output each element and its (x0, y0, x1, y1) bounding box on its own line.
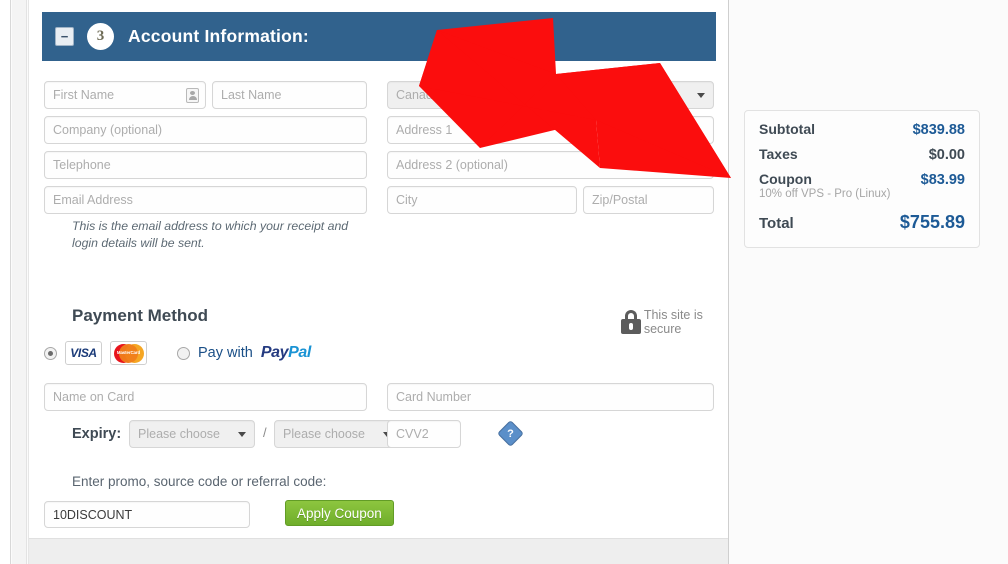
summary-row-coupon: Coupon $83.99 (759, 171, 965, 188)
name-on-card-input[interactable]: Name on Card (44, 383, 367, 411)
promo-label: Enter promo, source code or referral cod… (72, 474, 327, 489)
coupon-description: 10% off VPS - Pro (Linux) (759, 188, 891, 200)
page-title: Account Information: (128, 26, 309, 46)
company-input[interactable]: Company (optional) (44, 116, 367, 144)
address1-input[interactable]: Address 1 (387, 116, 714, 144)
step-number-badge: 3 (87, 23, 114, 50)
mastercard-icon: MasterCard (110, 341, 147, 365)
card-number-input[interactable]: Card Number (387, 383, 714, 411)
summary-row-taxes: Taxes $0.00 (759, 146, 965, 163)
zip-input[interactable]: Zip/Postal (583, 186, 714, 214)
first-name-input[interactable]: First Name (44, 81, 206, 109)
country-select[interactable]: Canada (387, 81, 714, 109)
apply-coupon-button[interactable]: Apply Coupon (285, 500, 394, 526)
expiry-year-select[interactable]: Please choose (274, 420, 400, 448)
payment-options: VISA MasterCard Pay with PayPal (44, 341, 311, 365)
city-input[interactable]: City (387, 186, 577, 214)
paypal-logo: PayPal (260, 344, 312, 361)
paypal-radio[interactable] (177, 346, 190, 360)
credit-card-radio[interactable] (44, 346, 57, 360)
account-information-header: − 3 Account Information: (42, 12, 716, 61)
lock-icon (621, 310, 641, 334)
contact-picker-icon[interactable] (186, 88, 199, 103)
secure-site-label: This site is secure (643, 308, 703, 336)
page-gutter (12, 0, 27, 564)
telephone-input[interactable]: Telephone (44, 151, 367, 179)
expiry-month-select[interactable]: Please choose (129, 420, 255, 448)
checkout-page: − 3 Account Information: First Name Last… (0, 0, 1008, 564)
question-mark-icon[interactable]: ? (497, 420, 524, 447)
email-input[interactable]: Email Address (44, 186, 367, 214)
email-helper-text: This is the email address to which your … (72, 219, 349, 250)
minus-icon[interactable]: − (55, 27, 74, 46)
checkout-card: − 3 Account Information: First Name Last… (28, 0, 729, 564)
card-footer (29, 538, 728, 564)
expiry-separator: / (263, 425, 267, 440)
last-name-input[interactable]: Last Name (212, 81, 367, 109)
payment-method-title: Payment Method (72, 306, 209, 325)
promo-code-input[interactable]: 10DISCOUNT (44, 501, 250, 528)
order-summary-panel: Subtotal $839.88 Taxes $0.00 Coupon $83.… (744, 110, 980, 248)
chevron-down-icon (238, 431, 246, 437)
address2-input[interactable]: Address 2 (optional) (387, 151, 714, 179)
summary-row-total: Total $755.89 (759, 211, 965, 232)
expiry-label: Expiry: (72, 426, 122, 442)
chevron-down-icon (697, 92, 705, 98)
visa-icon: VISA (65, 341, 102, 365)
browser-left-edge (0, 0, 11, 564)
secure-site-badge: This site is secure (621, 308, 728, 336)
paypal-label: Pay with (198, 345, 253, 361)
summary-row-subtotal: Subtotal $839.88 (759, 121, 965, 138)
cvv2-input[interactable]: CVV2 (387, 420, 461, 448)
